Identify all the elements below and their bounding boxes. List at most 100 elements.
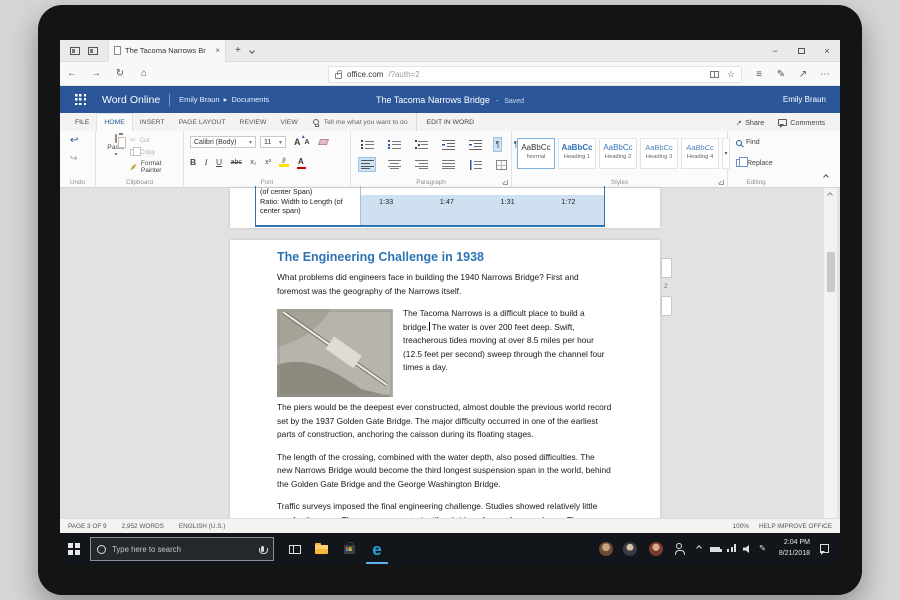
format-painter-button[interactable]: Format Painter — [130, 160, 183, 174]
action-center-icon[interactable] — [820, 544, 829, 553]
page-indicator[interactable]: PAGE 3 OF 9 — [68, 523, 107, 530]
font-name-dropdown[interactable]: Calibri (Body) ▾ — [190, 136, 256, 148]
tab-insert[interactable]: INSERT — [133, 113, 172, 131]
window-maximize-button[interactable] — [788, 46, 814, 56]
favorite-star-icon[interactable]: ☆ — [727, 69, 735, 80]
strikethrough-button[interactable]: abc — [231, 159, 242, 166]
decrease-indent-button[interactable] — [439, 137, 457, 152]
cut-button[interactable]: ✂ Cut — [130, 136, 183, 144]
underline-button[interactable]: U — [216, 157, 222, 167]
borders-button[interactable] — [493, 157, 509, 172]
replace-button[interactable]: Replace — [736, 159, 773, 167]
zoom-level[interactable]: 100% — [733, 523, 749, 530]
account-name[interactable]: Emily Braun — [783, 95, 826, 104]
scrollbar-thumb[interactable] — [827, 252, 835, 292]
table-cell[interactable]: 1:47 — [422, 197, 483, 206]
contact-avatar[interactable] — [649, 542, 663, 556]
task-view-button[interactable] — [282, 533, 308, 565]
more-options-icon[interactable]: ⋯ — [814, 69, 836, 80]
pen-icon[interactable]: ✎ — [759, 543, 766, 554]
reading-view-icon[interactable] — [710, 71, 719, 78]
tab-page-layout[interactable]: PAGE LAYOUT — [172, 113, 233, 131]
taskbar-search-box[interactable]: Type here to search — [90, 537, 274, 561]
superscript-button[interactable]: x² — [265, 159, 271, 166]
margin-comment-marker[interactable] — [661, 258, 672, 278]
tab-close-icon[interactable]: × — [215, 46, 220, 55]
people-icon[interactable] — [676, 543, 682, 549]
document-page[interactable]: The Engineering Challenge in 1938 What p… — [230, 240, 660, 518]
document-table[interactable]: (of center Span) Ratio: Width to Length … — [255, 186, 605, 227]
clear-formatting-icon[interactable] — [317, 139, 328, 145]
align-right-button[interactable] — [412, 157, 430, 172]
styles-dialog-launcher-icon[interactable] — [719, 180, 724, 185]
section-heading[interactable]: The Engineering Challenge in 1938 — [277, 250, 612, 264]
window-close-button[interactable]: × — [814, 46, 840, 56]
style-heading-4[interactable]: AaBbCc Heading 4 — [681, 138, 719, 169]
start-button[interactable] — [60, 533, 88, 565]
style-normal[interactable]: AaBbCc Normal — [517, 138, 555, 169]
table-values-area[interactable]: 1:33 1:47 1:31 1:72 — [361, 186, 604, 225]
bold-button[interactable]: B — [190, 157, 196, 167]
tab-list-chevron-icon[interactable] — [250, 45, 254, 56]
table-label-cell[interactable]: (of center Span) Ratio: Width to Length … — [256, 186, 361, 225]
network-icon[interactable] — [727, 544, 736, 552]
redo-icon[interactable]: ↪ — [70, 153, 78, 164]
app-name[interactable]: Word Online — [102, 94, 160, 106]
bridge-photo[interactable] — [277, 309, 393, 397]
microphone-icon[interactable] — [261, 546, 264, 552]
edge-button[interactable]: e — [364, 533, 390, 565]
style-heading-1[interactable]: AaBbCc Heading 1 — [558, 138, 596, 169]
paragraph-intro[interactable]: What problems did engineers face in buil… — [277, 271, 612, 298]
align-center-button[interactable] — [385, 157, 403, 172]
new-tab-button[interactable]: + — [235, 45, 241, 56]
app-launcher-icon[interactable] — [75, 94, 86, 105]
subscript-button[interactable]: x₂ — [250, 159, 256, 166]
style-heading-2[interactable]: AaBbCc Heading 2 — [599, 138, 637, 169]
home-icon[interactable]: ⌂ — [132, 68, 156, 79]
contact-avatar[interactable] — [599, 542, 613, 556]
scroll-up-icon[interactable] — [827, 192, 833, 198]
bullets-button[interactable] — [358, 137, 376, 152]
tab-view[interactable]: VIEW — [273, 113, 304, 131]
multilevel-list-button[interactable] — [412, 137, 430, 152]
breadcrumb[interactable]: Emily Braun ▸ Documents — [179, 95, 269, 104]
paste-button[interactable]: Paste ▾ — [103, 135, 129, 158]
language-indicator[interactable]: ENGLISH (U.S.) — [179, 523, 226, 530]
word-count[interactable]: 2,952 WORDS — [122, 523, 164, 530]
set-aside-tabs-icon[interactable] — [70, 47, 80, 55]
table-cell[interactable]: 1:33 — [361, 197, 422, 206]
comments-button[interactable]: Comments — [773, 116, 830, 129]
hub-icon[interactable]: ≡ — [748, 69, 770, 80]
shrink-font-button[interactable]: A — [305, 139, 310, 146]
file-explorer-button[interactable] — [308, 533, 334, 565]
line-spacing-button[interactable] — [466, 157, 484, 172]
text-highlight-icon[interactable] — [279, 157, 289, 167]
margin-comment-marker[interactable] — [661, 296, 672, 316]
numbering-button[interactable] — [385, 137, 403, 152]
battery-icon[interactable] — [710, 547, 720, 552]
taskbar-clock[interactable]: 2:04 PM 8/21/2018 — [770, 537, 810, 559]
undo-icon[interactable]: ↩ — [70, 135, 78, 146]
document-title[interactable]: The Tacoma Narrows Bridge — [376, 95, 490, 105]
paragraph-length[interactable]: The length of the crossing, combined wit… — [277, 451, 612, 492]
tray-overflow-chevron-icon[interactable] — [696, 545, 702, 551]
collapse-ribbon-icon[interactable] — [824, 174, 828, 181]
tell-me-box[interactable]: Tell me what you want to do — [305, 113, 416, 131]
back-icon[interactable]: ← — [60, 68, 84, 79]
ink-notes-icon[interactable]: ✎ — [770, 69, 792, 80]
breadcrumb-folder[interactable]: Documents — [231, 95, 269, 104]
find-button[interactable]: Find — [736, 139, 760, 146]
store-button[interactable] — [336, 533, 362, 565]
italic-button[interactable]: I — [205, 157, 208, 167]
paragraph-piers[interactable]: The piers would be the deepest ever cons… — [277, 401, 612, 442]
align-left-button[interactable] — [358, 157, 376, 172]
tab-preview-icon[interactable] — [88, 47, 98, 55]
share-icon[interactable]: ↗ — [792, 69, 814, 80]
url-field[interactable]: office.com /?auth=2 ☆ — [328, 66, 742, 83]
window-minimize-button[interactable]: − — [762, 46, 788, 56]
increase-indent-button[interactable] — [466, 137, 484, 152]
forward-icon[interactable]: → — [84, 68, 108, 79]
table-cell[interactable]: 1:31 — [483, 197, 544, 206]
tab-home[interactable]: HOME — [96, 113, 132, 131]
copy-button[interactable]: Copy — [130, 149, 183, 156]
